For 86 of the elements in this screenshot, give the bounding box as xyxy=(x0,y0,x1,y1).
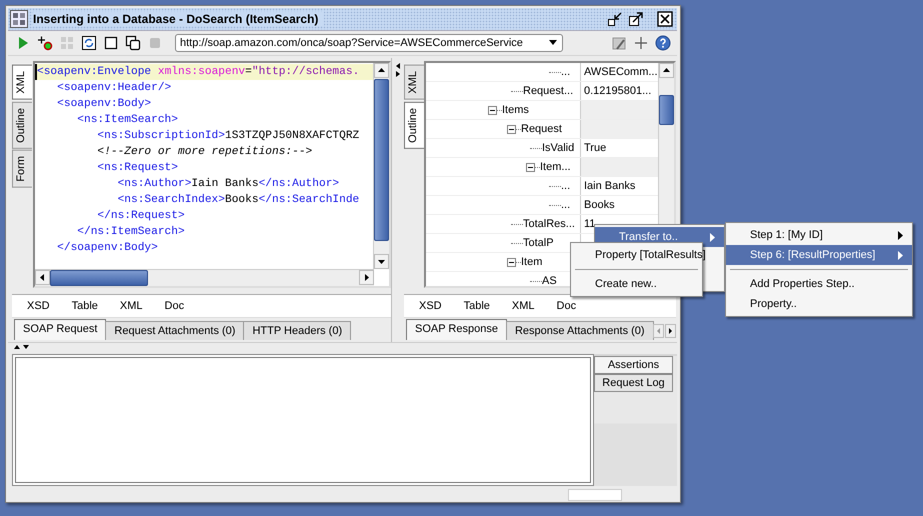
view-tab[interactable]: Table xyxy=(60,300,109,312)
code-line: <ns:SearchIndex>Books</ns:SearchInde xyxy=(116,192,360,208)
scroll-right-icon[interactable] xyxy=(359,270,374,285)
horizontal-scrollbar[interactable] xyxy=(35,269,374,286)
tree-node-label[interactable]: Request... xyxy=(523,85,574,97)
square-icon[interactable] xyxy=(103,35,119,51)
view-tab[interactable]: XML xyxy=(108,300,154,312)
close-icon[interactable] xyxy=(657,11,673,27)
code-line: </ns:ItemSearch> xyxy=(76,224,186,240)
scroll-up-icon[interactable] xyxy=(374,63,389,78)
code-line: <soapenv:Header/> xyxy=(56,80,172,96)
menu-item[interactable]: Create new.. xyxy=(571,274,702,294)
tree-value-cell-text: Iain Banks xyxy=(583,179,636,194)
side-tab[interactable]: Outline xyxy=(404,102,424,148)
view-tab[interactable]: Doc xyxy=(546,300,588,312)
table-edit-icon[interactable] xyxy=(611,35,627,51)
view-tab[interactable]: XML xyxy=(500,300,546,312)
tree-value-cell-text: True xyxy=(583,141,608,156)
code-line: <ns:Author>Iain Banks</ns:Author> xyxy=(116,176,340,192)
endpoint-dropdown[interactable]: http://soap.amazon.com/onca/soap?Service=AWSECommerceService xyxy=(175,34,563,52)
plus-dot-icon[interactable] xyxy=(37,35,53,51)
tree-node-label[interactable]: TotalP xyxy=(523,237,554,249)
tree-value-cell-text: AWSEComm... xyxy=(583,65,658,80)
view-tab[interactable]: XSD xyxy=(408,300,453,312)
tree-value-cell-text: 11 xyxy=(583,217,596,232)
maximize-icon[interactable] xyxy=(628,11,644,27)
code-line: </soapenv:Body> xyxy=(56,240,159,256)
tree-node-label[interactable]: Items xyxy=(502,104,529,116)
menu-item[interactable]: Add Properties Step.. xyxy=(726,274,912,294)
code-line: <!--Zero or more repetitions:--> xyxy=(96,144,314,160)
side-tab[interactable]: Outline xyxy=(12,102,32,148)
scroll-left-icon[interactable] xyxy=(35,270,50,285)
side-tab[interactable]: Request Log xyxy=(594,374,673,392)
panel-tab[interactable]: Response Attachments (0) xyxy=(506,321,654,340)
scrollbar-thumb[interactable] xyxy=(658,95,674,125)
tree-node-label[interactable]: ... xyxy=(561,199,570,211)
side-tab[interactable]: Form xyxy=(12,150,32,188)
tree-node-label[interactable]: IsValid xyxy=(542,142,574,154)
tree-node-label[interactable]: TotalRes... xyxy=(523,218,575,230)
copy-icon[interactable] xyxy=(125,35,141,51)
code-line: <soapenv:Body> xyxy=(56,96,152,112)
menu-item[interactable]: Step 1: [My ID] xyxy=(726,225,912,245)
code-line: <ns:SubscriptionId>1S3TZQPJ50N8XAFCTQRZ xyxy=(96,128,360,144)
code-line: </ns:Request> xyxy=(96,208,186,224)
code-line: <ns:ItemSearch> xyxy=(76,112,179,128)
panel-tab[interactable]: SOAP Request xyxy=(14,319,106,340)
collapse-node-icon[interactable] xyxy=(507,124,516,134)
collapse-node-icon[interactable] xyxy=(507,258,516,266)
scrollbar-thumb[interactable] xyxy=(50,270,148,286)
scroll-up-icon[interactable] xyxy=(658,63,674,78)
tree-node-label[interactable]: AS xyxy=(542,275,557,286)
tree-value-cell-text: 0.12195801... xyxy=(583,84,652,99)
scroll-down-icon[interactable] xyxy=(374,254,389,269)
view-tab[interactable]: Doc xyxy=(154,300,196,312)
vertical-scrollbar[interactable] xyxy=(373,63,389,269)
app-logo-icon xyxy=(10,10,28,28)
restore-icon[interactable] xyxy=(607,11,623,27)
add-icon[interactable] xyxy=(633,35,649,51)
collapse-node-icon[interactable] xyxy=(488,106,497,114)
collapse-node-icon[interactable] xyxy=(526,162,535,172)
dropdown-caret-icon xyxy=(548,39,558,47)
status-field xyxy=(568,489,622,501)
view-tab[interactable]: XSD xyxy=(16,300,61,312)
menu-item[interactable]: Property.. xyxy=(726,294,912,314)
tree-node-label[interactable]: Item... xyxy=(540,161,571,173)
scrollbar-thumb[interactable] xyxy=(374,79,389,241)
collapse-up-icon[interactable] xyxy=(13,343,21,351)
window-title: Inserting into a Database - DoSearch (ItemSearch) xyxy=(33,12,324,26)
tree-node-label[interactable]: Request xyxy=(521,123,562,135)
refresh-icon[interactable] xyxy=(81,35,97,51)
panel-tab[interactable]: HTTP Headers (0) xyxy=(243,321,352,340)
side-tab[interactable]: Assertions xyxy=(594,356,673,374)
tree-value-cell-text: Books xyxy=(583,198,616,213)
panel-tab[interactable]: SOAP Response xyxy=(406,319,507,340)
panel-tab[interactable]: Request Attachments (0) xyxy=(105,321,244,340)
collapse-down-icon[interactable] xyxy=(22,343,30,351)
side-tab[interactable]: XML xyxy=(404,65,424,100)
tab-scroll-right-icon[interactable] xyxy=(664,324,676,338)
tree-node-label[interactable]: ... xyxy=(561,66,570,78)
tree-node-label[interactable]: ... xyxy=(561,180,570,192)
code-line: <ns:Request> xyxy=(96,161,179,176)
view-tab[interactable]: Table xyxy=(452,300,501,312)
menu-item[interactable]: Step 6: [ResultProperties] xyxy=(726,245,912,265)
help-icon[interactable] xyxy=(655,35,671,51)
side-tab[interactable]: XML xyxy=(12,65,32,100)
tree-node-label[interactable]: Item xyxy=(521,256,542,268)
